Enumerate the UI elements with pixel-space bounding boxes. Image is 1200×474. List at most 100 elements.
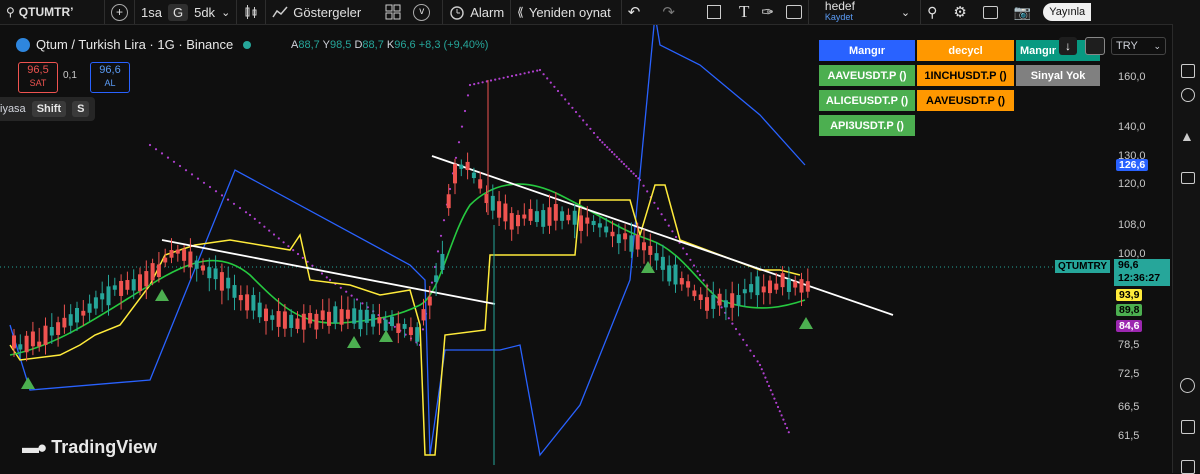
layers-icon[interactable]: ▲ xyxy=(1180,128,1194,144)
interval-1h[interactable]: 1sa xyxy=(141,5,162,20)
chart-legend: Qtum / Turkish Lira · 1G · Binance xyxy=(16,37,252,52)
candle-body xyxy=(579,215,583,231)
candle-body xyxy=(692,290,697,297)
psar-dot xyxy=(430,281,434,284)
symbol-search[interactable]: ⚲ QTUMTRʼ xyxy=(0,0,104,24)
tradingview-logo[interactable]: ▬● TradingView xyxy=(22,437,157,458)
psar-dot xyxy=(601,141,604,144)
psar-dot xyxy=(742,338,745,341)
candle-body xyxy=(730,293,735,308)
psar-dot xyxy=(596,136,599,139)
magnifier-icon: ⚲ xyxy=(927,3,938,20)
psar-dot xyxy=(780,414,783,417)
interval-1d[interactable]: G xyxy=(167,3,189,21)
chart-type-button[interactable] xyxy=(236,0,265,24)
candle-body xyxy=(30,331,35,347)
alerts-icon[interactable] xyxy=(1181,88,1195,102)
candle-body xyxy=(446,194,451,209)
text-tool[interactable]: T xyxy=(733,0,755,24)
psar-dot xyxy=(567,102,570,105)
calendar-icon[interactable] xyxy=(1181,420,1195,434)
candle-body xyxy=(390,316,394,327)
sell-button[interactable]: 96,5 SAT xyxy=(18,62,58,93)
notifications-icon[interactable] xyxy=(1180,378,1195,393)
candle-body xyxy=(768,280,772,294)
layout-menu-chevron[interactable]: ⌄ xyxy=(895,0,916,24)
buy-button[interactable]: 96,6 AL xyxy=(90,62,130,93)
order-shortcut-bar[interactable]: iyasa Shift S xyxy=(0,97,96,121)
layout-save[interactable]: hedef Kaydet xyxy=(807,0,895,24)
psar-dot xyxy=(361,302,364,305)
table-cell: ALICEUSDT.P () xyxy=(819,90,915,111)
candle-body xyxy=(62,317,67,328)
brush-tool[interactable]: ✑ xyxy=(755,0,780,24)
candle-body xyxy=(182,249,187,261)
psar-dot xyxy=(762,372,765,375)
templates-button[interactable] xyxy=(379,0,407,24)
interval-5m[interactable]: 5dk xyxy=(194,5,215,20)
psar-dot xyxy=(642,184,645,187)
candle-body xyxy=(742,289,747,294)
psar-dot xyxy=(606,146,609,149)
price-tag-purple: 84,6 xyxy=(1116,320,1143,332)
candle-body xyxy=(327,311,331,326)
axis-tick: 78,5 xyxy=(1118,339,1140,351)
publish-button[interactable]: Yayınla xyxy=(1043,0,1092,24)
help-icon[interactable] xyxy=(1181,460,1195,474)
watchlist-icon[interactable] xyxy=(1181,64,1195,78)
axis-tick: 66,5 xyxy=(1118,401,1140,413)
chevron-down-icon[interactable]: ⌄ xyxy=(221,6,230,19)
indicators-button[interactable]: Göstergeler xyxy=(265,0,367,24)
psar-dot xyxy=(477,82,480,85)
candle-body xyxy=(749,284,754,293)
chat-icon[interactable] xyxy=(1181,172,1195,184)
candle-body xyxy=(736,295,741,306)
psar-dot xyxy=(468,83,472,87)
candle-body xyxy=(163,257,168,263)
candle-body xyxy=(245,294,250,311)
psar-dot xyxy=(350,294,353,297)
candle-body xyxy=(320,310,325,320)
candle-body xyxy=(150,263,155,281)
v-script-button[interactable]: v xyxy=(407,0,436,24)
psar-dot xyxy=(610,150,614,154)
add-symbol-button[interactable]: + xyxy=(104,0,134,24)
psar-dot xyxy=(536,69,539,72)
snapshot-button[interactable]: 📷 xyxy=(1008,0,1037,24)
settings-button[interactable]: ⚙ xyxy=(947,0,972,24)
candle-body xyxy=(774,283,779,290)
spread-value: 0,1 xyxy=(63,70,77,81)
candle-body xyxy=(358,309,363,330)
candles-icon xyxy=(245,5,257,19)
psar-dot xyxy=(608,148,611,151)
psar-dot xyxy=(618,158,621,161)
psar-dot xyxy=(738,333,741,336)
candle-body xyxy=(213,268,218,280)
table-cell: 1INCHUSDT.P () xyxy=(917,65,1014,86)
candle-body xyxy=(553,204,558,221)
candle-body xyxy=(786,279,791,292)
replay-button[interactable]: ⟪ Yeniden oynat xyxy=(510,0,617,24)
quick-search-button[interactable]: ⚲ xyxy=(920,0,943,24)
candle-body xyxy=(667,265,672,282)
candle-body xyxy=(780,273,785,288)
indicators-icon xyxy=(272,6,288,18)
candle-body xyxy=(597,223,602,228)
psar-dot xyxy=(578,115,581,118)
layout-button[interactable] xyxy=(701,0,727,24)
psar-dot xyxy=(439,234,443,237)
undo-button[interactable]: ↶ xyxy=(620,0,647,24)
psar-dot xyxy=(598,138,602,142)
candle-body xyxy=(566,214,571,221)
candle-body xyxy=(364,309,369,323)
fullscreen-button[interactable] xyxy=(977,0,1004,24)
candle-body xyxy=(623,233,628,240)
currency-select[interactable]: TRY ⌄ xyxy=(1111,37,1166,55)
redo-button[interactable]: ↷ xyxy=(656,0,681,24)
psar-dot xyxy=(328,278,332,282)
scroll-down-button[interactable]: ↓ xyxy=(1059,37,1077,55)
alert-button[interactable]: Alarm xyxy=(442,0,510,24)
chart-title[interactable]: Qtum / Turkish Lira · 1G · Binance xyxy=(36,37,233,52)
scale-settings-button[interactable] xyxy=(1085,37,1105,55)
rectangle-tool[interactable] xyxy=(780,0,808,24)
